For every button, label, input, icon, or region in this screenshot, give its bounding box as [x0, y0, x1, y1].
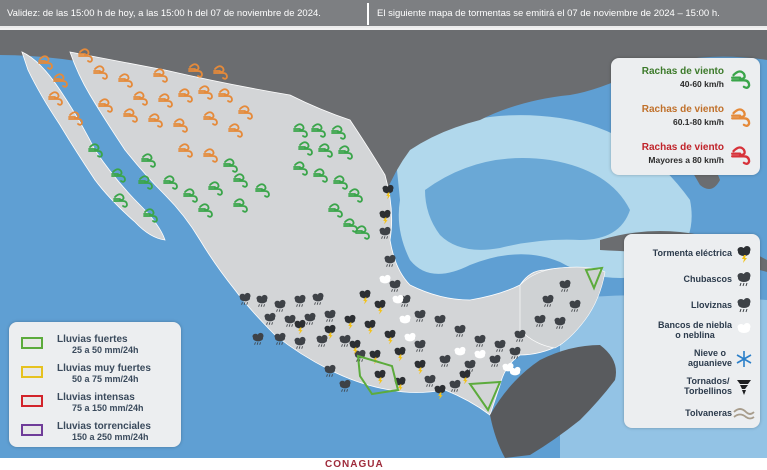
- rain-legend-torrenciales: Lluvias torrenciales 150 a 250 mm/24h: [21, 421, 179, 443]
- phenomena-legend: Tormenta eléctrica Chubascos Lloviznas B…: [624, 234, 760, 428]
- rain-legend-intensas: Lluvias intensas 75 a 150 mm/24h: [21, 392, 179, 414]
- header-bar: Validez: de las 15:00 h de hoy, a las 15…: [0, 0, 767, 28]
- fog-icon: [737, 323, 751, 333]
- tornado-icon: [737, 380, 751, 395]
- wind-legend-title: Rachas de viento: [641, 142, 724, 153]
- header-divider: [367, 3, 369, 25]
- dust-icon: [733, 408, 755, 420]
- legend-label: Tolvaneras: [685, 408, 732, 418]
- rain-legend-muy-fuertes: Lluvias muy fuertes 50 a 75 mm/24h: [21, 363, 179, 385]
- rain-legend: Lluvias fuertes 25 a 50 mm/24h Lluvias m…: [9, 322, 181, 447]
- wind-orange-icon: [731, 108, 751, 128]
- rain-range: 25 a 50 mm/24h: [72, 345, 139, 355]
- legend-label: Chubascos: [683, 274, 732, 284]
- thunderstorm-icon: [737, 246, 751, 263]
- rain-name: Lluvias fuertes: [57, 334, 128, 345]
- legend-label: Nieve o aguanieve: [687, 348, 732, 368]
- wind-legend-title: Rachas de viento: [641, 66, 724, 77]
- wind-legend-orange: Rachas de viento 60.1-80 km/h: [611, 102, 760, 138]
- footer-bar: CONAGUA: [0, 458, 767, 470]
- rain-range: 75 a 150 mm/24h: [72, 403, 144, 413]
- wind-legend-range: 40-60 km/h: [680, 79, 724, 89]
- snow-icon: [736, 351, 752, 367]
- wind-legend: Rachas de viento 40-60 km/h Rachas de vi…: [611, 58, 760, 175]
- legend-label: Tormenta eléctrica: [652, 248, 732, 258]
- wind-legend-title: Rachas de viento: [641, 104, 724, 115]
- wind-legend-red: Rachas de viento Mayores a 80 km/h: [611, 140, 760, 176]
- rain-swatch: [21, 395, 43, 407]
- next-map-text: El siguiente mapa de tormentas se emitir…: [377, 8, 720, 19]
- rain-name: Lluvias muy fuertes: [57, 363, 151, 374]
- legend-label: Lloviznas: [690, 300, 732, 310]
- wind-legend-range: 60.1-80 km/h: [672, 117, 724, 127]
- rain-range: 50 a 75 mm/24h: [72, 374, 139, 384]
- validity-text: Validez: de las 15:00 h de hoy, a las 15…: [7, 8, 321, 19]
- rain-swatch: [21, 337, 43, 349]
- conagua-logo: CONAGUA: [325, 459, 384, 470]
- showers-icon: [737, 271, 751, 287]
- wind-red-icon: [731, 146, 751, 166]
- rain-swatch: [21, 424, 43, 436]
- wind-legend-green: Rachas de viento 40-60 km/h: [611, 64, 760, 100]
- drizzle-icon: [737, 297, 751, 313]
- rain-name: Lluvias intensas: [57, 392, 135, 403]
- legend-label: Bancos de niebla o neblina: [657, 320, 732, 340]
- rain-swatch: [21, 366, 43, 378]
- rain-name: Lluvias torrenciales: [57, 421, 151, 432]
- rain-range: 150 a 250 mm/24h: [72, 432, 149, 442]
- wind-legend-range: Mayores a 80 km/h: [648, 155, 724, 165]
- rain-legend-fuertes: Lluvias fuertes 25 a 50 mm/24h: [21, 334, 179, 356]
- legend-label: Tornados/ Torbellinos: [684, 376, 732, 396]
- wind-green-icon: [731, 70, 751, 90]
